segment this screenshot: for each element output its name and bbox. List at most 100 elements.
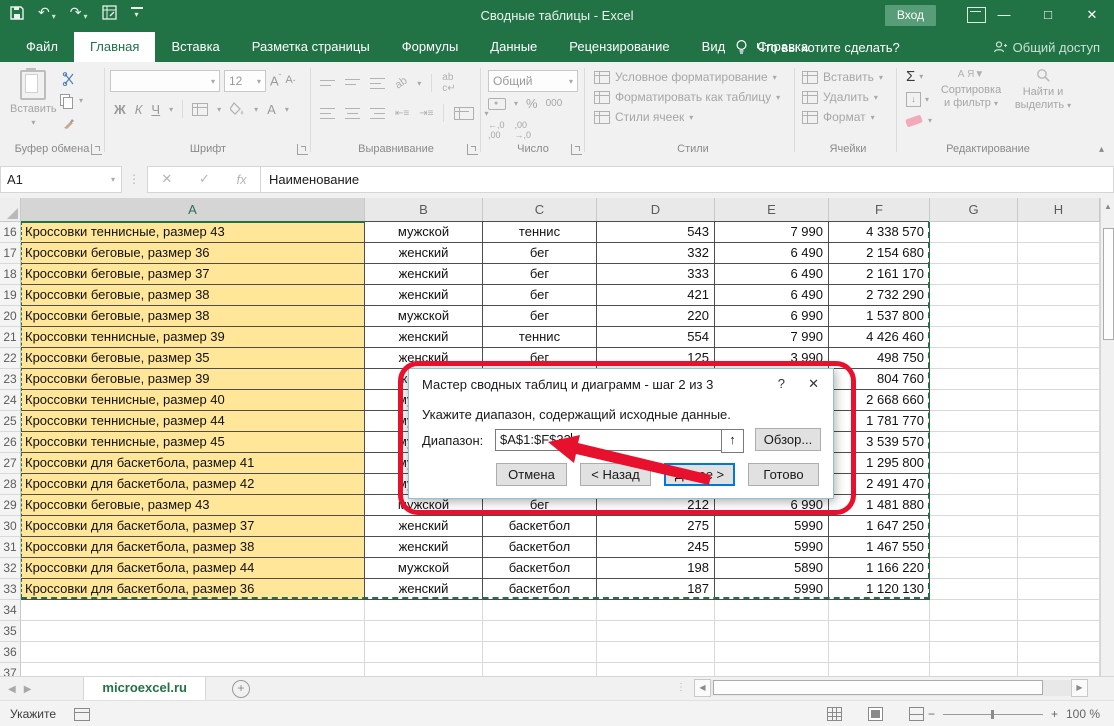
cell-C17[interactable]: бег	[483, 243, 597, 264]
cell-F27[interactable]: 1 295 800	[829, 453, 930, 474]
cell-C18[interactable]: бег	[483, 264, 597, 285]
cell-G20[interactable]	[930, 306, 1018, 327]
cell-G22[interactable]	[930, 348, 1018, 369]
cell-G35[interactable]	[930, 621, 1018, 642]
cell-H30[interactable]	[1018, 516, 1100, 537]
close-button[interactable]: ✕	[1070, 0, 1114, 30]
cell-E18[interactable]: 6 490	[715, 264, 829, 285]
copy-button[interactable]: ▾	[60, 94, 83, 107]
sort-filter-button[interactable]: А Я▼ Сортировка и фильтр ▾	[938, 68, 1004, 110]
cell-E34[interactable]	[715, 600, 829, 621]
cancel-button[interactable]: Отмена	[496, 463, 567, 486]
cell-G30[interactable]	[930, 516, 1018, 537]
cell-D31[interactable]: 245	[597, 537, 715, 558]
cell-A25[interactable]: Кроссовки теннисные, размер 44	[21, 411, 365, 432]
cell-H16[interactable]	[1018, 222, 1100, 243]
column-header-G[interactable]: G	[930, 198, 1018, 222]
cell-A21[interactable]: Кроссовки теннисные, размер 39	[21, 327, 365, 348]
cancel-entry-icon[interactable]: ✕	[161, 171, 172, 187]
currency-icon[interactable]: ●	[488, 98, 506, 110]
paste-button[interactable]: Вставить▾	[10, 70, 57, 127]
cell-D22[interactable]: 125	[597, 348, 715, 369]
zoom-slider-thumb[interactable]	[991, 710, 994, 719]
cell-A28[interactable]: Кроссовки для баскетбола, размер 42	[21, 474, 365, 495]
dialog-close-icon[interactable]: ✕	[808, 376, 819, 392]
cell-D17[interactable]: 332	[597, 243, 715, 264]
collapse-dialog-icon[interactable]: ↑	[721, 429, 744, 453]
cell-H35[interactable]	[1018, 621, 1100, 642]
cell-B20[interactable]: мужской	[365, 306, 483, 327]
cell-F26[interactable]: 3 539 570	[829, 432, 930, 453]
cell-F28[interactable]: 2 491 470	[829, 474, 930, 495]
cell-B16[interactable]: мужской	[365, 222, 483, 243]
number-dialog-launcher[interactable]	[571, 144, 582, 155]
row-header-28[interactable]: 28	[0, 474, 21, 495]
insert-cells-button[interactable]: Вставить▾	[802, 70, 883, 84]
cell-H22[interactable]	[1018, 348, 1100, 369]
back-button[interactable]: < Назад	[580, 463, 651, 486]
tab-Разметка страницы[interactable]: Разметка страницы	[236, 32, 386, 62]
row-header-26[interactable]: 26	[0, 432, 21, 453]
cell-C16[interactable]: теннис	[483, 222, 597, 243]
row-header-21[interactable]: 21	[0, 327, 21, 348]
tab-Рецензирование[interactable]: Рецензирование	[553, 32, 685, 62]
cell-F34[interactable]	[829, 600, 930, 621]
row-header-29[interactable]: 29	[0, 495, 21, 516]
delete-cells-button[interactable]: Удалить▾	[802, 90, 883, 104]
cell-A37[interactable]	[21, 663, 365, 676]
cell-B22[interactable]: женский	[365, 348, 483, 369]
clear-icon[interactable]	[905, 114, 923, 127]
sheet-nav-right-icon[interactable]: ▶	[24, 684, 32, 695]
format-painter-button[interactable]	[62, 117, 75, 130]
cell-G23[interactable]	[930, 369, 1018, 390]
clipboard-dialog-launcher[interactable]	[91, 144, 102, 155]
cell-F37[interactable]	[829, 663, 930, 676]
grow-font-button[interactable]: Аˆ	[270, 73, 281, 88]
orientation-icon[interactable]: ab	[393, 75, 410, 92]
cell-G33[interactable]	[930, 579, 1018, 600]
cell-E17[interactable]: 6 490	[715, 243, 829, 264]
row-header-23[interactable]: 23	[0, 369, 21, 390]
cell-F30[interactable]: 1 647 250	[829, 516, 930, 537]
cell-E37[interactable]	[715, 663, 829, 676]
align-right-icon[interactable]	[370, 108, 385, 119]
align-top-icon[interactable]	[320, 80, 335, 87]
cell-E16[interactable]: 7 990	[715, 222, 829, 243]
cell-B18[interactable]: женский	[365, 264, 483, 285]
row-header-34[interactable]: 34	[0, 600, 21, 621]
cell-F18[interactable]: 2 161 170	[829, 264, 930, 285]
scrollbar-resize-handle[interactable]: ⋮	[676, 682, 686, 693]
underline-button[interactable]: Ч	[151, 102, 160, 117]
row-header-37[interactable]: 37	[0, 663, 21, 676]
cell-G24[interactable]	[930, 390, 1018, 411]
row-header-33[interactable]: 33	[0, 579, 21, 600]
cell-G37[interactable]	[930, 663, 1018, 676]
bold-button[interactable]: Ж	[114, 102, 126, 117]
cell-A35[interactable]	[21, 621, 365, 642]
borders-icon[interactable]	[192, 103, 208, 116]
cell-E22[interactable]: 3 990	[715, 348, 829, 369]
cell-D34[interactable]	[597, 600, 715, 621]
vertical-scrollbar[interactable]: ▲	[1100, 198, 1114, 676]
conditional-formatting-button[interactable]: Условное форматирование▾	[594, 70, 780, 84]
cell-G31[interactable]	[930, 537, 1018, 558]
normal-view-icon[interactable]	[827, 707, 842, 721]
cell-D37[interactable]	[597, 663, 715, 676]
collapse-ribbon-icon[interactable]: ▴	[1099, 144, 1104, 155]
cell-G34[interactable]	[930, 600, 1018, 621]
new-sheet-icon[interactable]: +	[232, 680, 250, 698]
cell-H21[interactable]	[1018, 327, 1100, 348]
cell-F20[interactable]: 1 537 800	[829, 306, 930, 327]
cell-B21[interactable]: женский	[365, 327, 483, 348]
cell-C21[interactable]: теннис	[483, 327, 597, 348]
cell-H19[interactable]	[1018, 285, 1100, 306]
cell-A24[interactable]: Кроссовки теннисные, размер 40	[21, 390, 365, 411]
share-button[interactable]: Общий доступ	[993, 32, 1100, 62]
name-box[interactable]: A1▾	[0, 166, 122, 193]
row-header-36[interactable]: 36	[0, 642, 21, 663]
cell-G25[interactable]	[930, 411, 1018, 432]
cell-F23[interactable]: 804 760	[829, 369, 930, 390]
column-header-H[interactable]: H	[1018, 198, 1100, 222]
dialog-help-icon[interactable]: ?	[778, 376, 785, 391]
font-dialog-launcher[interactable]	[297, 144, 308, 155]
